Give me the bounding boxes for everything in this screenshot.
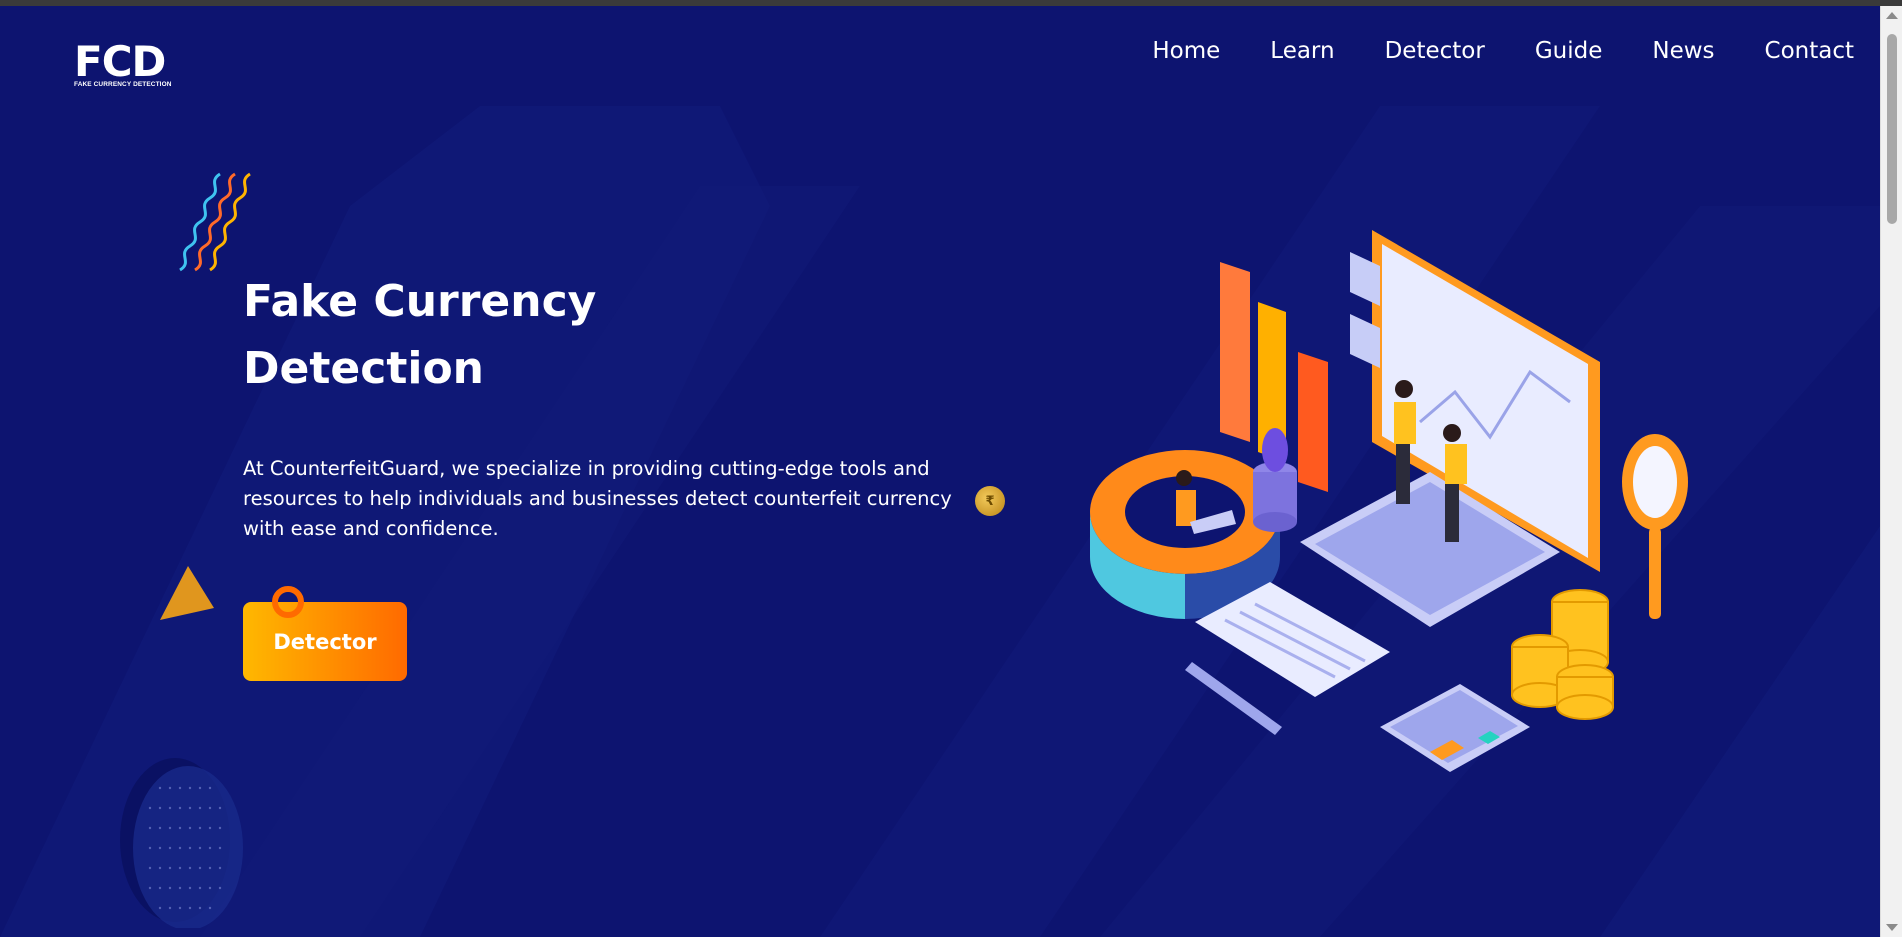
squiggle-decor-icon (179, 172, 251, 272)
nav-guide[interactable]: Guide (1535, 36, 1603, 66)
scrollbar-thumb[interactable] (1887, 34, 1897, 224)
detector-button[interactable]: Detector (243, 602, 407, 681)
analytics-illustration (1090, 230, 1688, 772)
ring-decor-icon (272, 586, 304, 618)
nav-news[interactable]: News (1652, 36, 1714, 66)
nav-home[interactable]: Home (1152, 36, 1220, 66)
triangle-decor-icon (160, 566, 214, 620)
site-logo[interactable]: FCD FAKE CURRENCY DETECTION (74, 40, 174, 90)
dotted-circle-decor-icon (120, 758, 243, 928)
hero-description: At CounterfeitGuard, we specialize in pr… (243, 457, 952, 540)
page-scrollbar[interactable] (1880, 6, 1902, 937)
title-line-1: Fake Currency (243, 276, 597, 327)
page-title: Fake Currency Detection (243, 268, 843, 402)
nav-contact[interactable]: Contact (1765, 36, 1854, 66)
title-line-2: Detection (243, 343, 484, 394)
nav-detector[interactable]: Detector (1385, 36, 1485, 66)
nav-learn[interactable]: Learn (1270, 36, 1334, 66)
logo-mark: FCD (74, 37, 166, 86)
scroll-down-arrow-icon[interactable] (1886, 924, 1898, 931)
rupee-coin-icon: ₹ (975, 486, 1005, 516)
main-nav: Home Learn Detector Guide News Contact (1152, 36, 1854, 66)
logo-tagline: FAKE CURRENCY DETECTION (74, 81, 172, 88)
scroll-up-arrow-icon[interactable] (1886, 12, 1898, 19)
